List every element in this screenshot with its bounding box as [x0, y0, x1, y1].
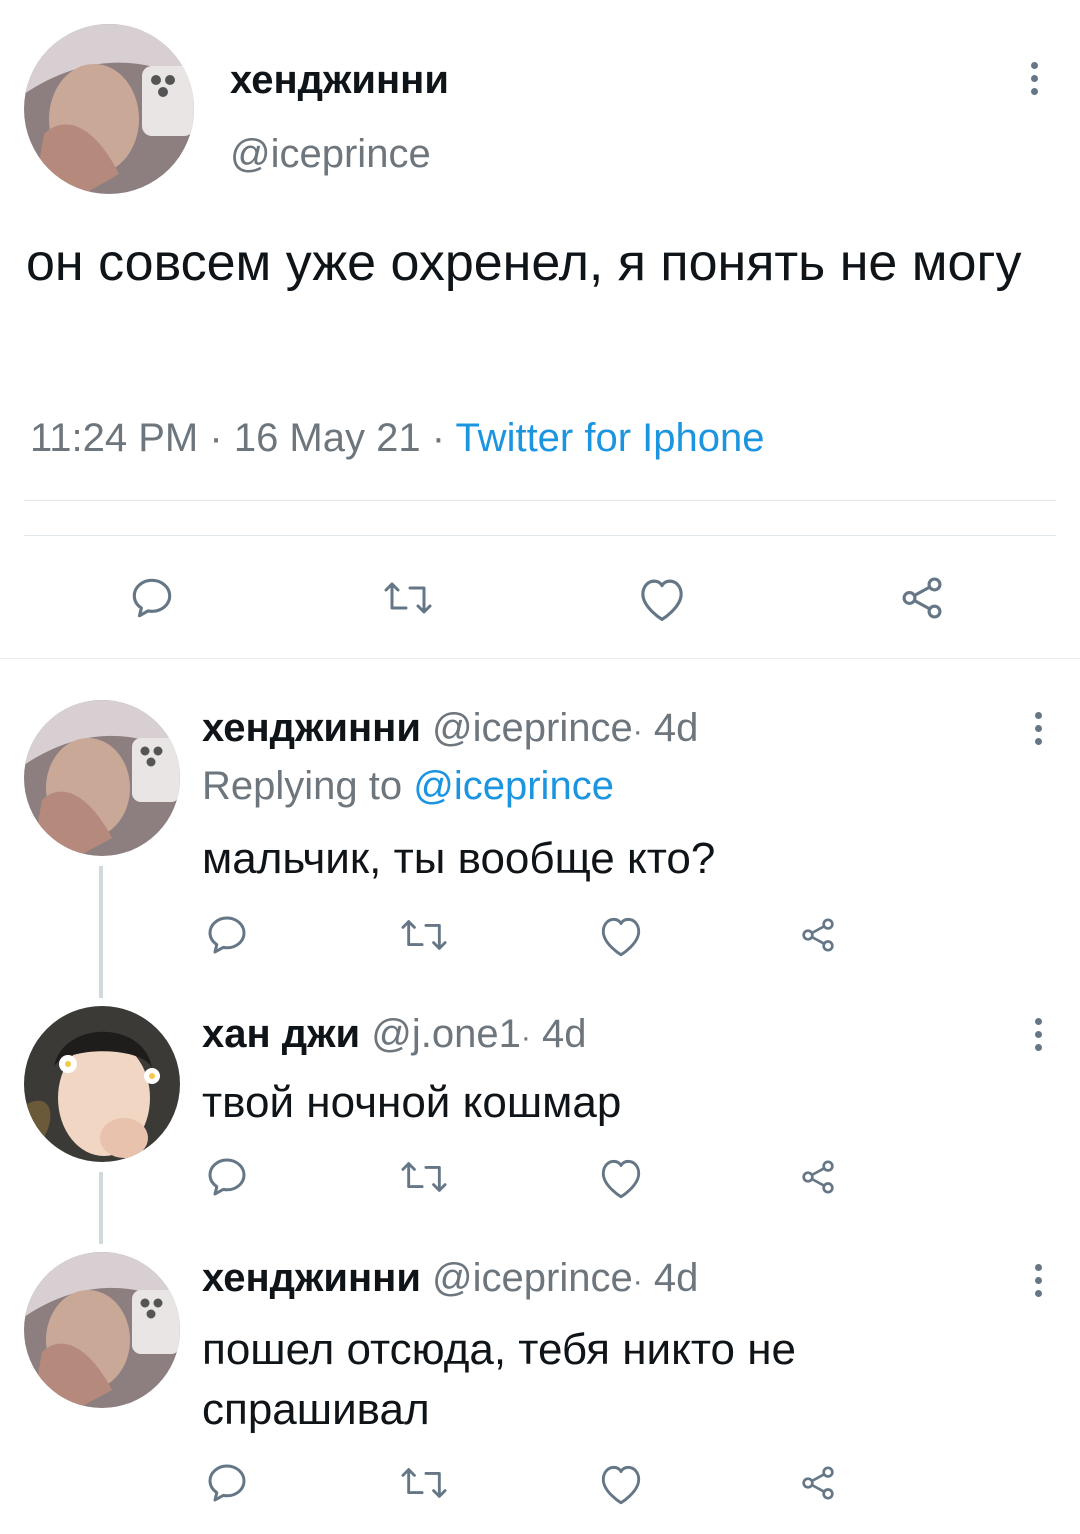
like-icon [641, 579, 683, 621]
meta-separator: · [632, 1265, 643, 1298]
replying-to-handle[interactable]: @iceprince [413, 764, 614, 808]
more-options-icon[interactable] [1032, 1018, 1044, 1051]
thread-line [99, 1172, 103, 1244]
retweet-icon [384, 582, 432, 614]
reply-button[interactable] [122, 570, 182, 626]
meta-separator: · [209, 416, 223, 460]
like-icon [601, 1159, 641, 1199]
retweet-button[interactable] [394, 1152, 454, 1202]
share-button[interactable] [795, 1154, 841, 1200]
reply-handle[interactable]: @iceprince [432, 706, 633, 750]
retweet-icon [401, 1162, 447, 1192]
like-icon [601, 1465, 641, 1505]
replying-to-prefix: Replying to [202, 764, 403, 808]
like-icon [601, 917, 641, 957]
reply-handle[interactable]: @j.one1 [371, 1012, 521, 1056]
divider [24, 500, 1056, 501]
share-icon [802, 1160, 834, 1194]
reply-display-name[interactable]: хан джи [202, 1012, 360, 1056]
reply-icon [208, 916, 246, 954]
divider [24, 535, 1056, 536]
reply-handle[interactable]: @iceprince [432, 1256, 633, 1300]
main-tweet-meta: 11:24 PM · 16 May 21 · Twitter for Iphon… [30, 416, 765, 461]
retweet-button[interactable] [394, 1458, 454, 1508]
reply-age: 4d [653, 706, 699, 750]
retweet-icon [401, 920, 447, 950]
reply-button[interactable] [200, 910, 254, 960]
meta-separator: · [520, 1021, 531, 1054]
reply-icon [208, 1464, 246, 1502]
more-options-icon[interactable] [1032, 1264, 1044, 1297]
reply-text: пошел отсюда, тебя никто не спрашивал [202, 1325, 796, 1434]
tweet-time: 11:24 PM [30, 416, 199, 460]
main-tweet-avatar[interactable] [24, 24, 194, 194]
main-tweet-text: он совсем уже охренел, я понять не могу [26, 234, 1022, 292]
more-options-icon[interactable] [1032, 712, 1044, 745]
like-button[interactable] [594, 1458, 648, 1508]
like-button[interactable] [594, 1152, 648, 1202]
like-button[interactable] [632, 570, 692, 626]
retweet-button[interactable] [394, 910, 454, 960]
share-icon [802, 918, 834, 952]
reply-header: хенджинни @iceprince· 4d [202, 706, 698, 751]
tweet-date: 16 May 21 [233, 416, 421, 460]
reply-icon [132, 578, 172, 618]
reply-header: хенджинни @iceprince· 4d [202, 1256, 698, 1301]
replying-to: Replying to @iceprince [202, 764, 614, 809]
reply-avatar[interactable] [24, 1006, 180, 1162]
reply-display-name[interactable]: хенджинни [202, 1256, 421, 1300]
reply-text: мальчик, ты вообще кто? [202, 834, 716, 883]
reply-button[interactable] [200, 1152, 254, 1202]
main-tweet-handle[interactable]: @iceprince [230, 132, 431, 177]
share-icon [902, 577, 942, 619]
share-button[interactable] [892, 570, 952, 626]
meta-separator: · [632, 715, 643, 748]
share-button[interactable] [795, 1460, 841, 1506]
reply-header: хан джи @j.one1· 4d [202, 1012, 586, 1057]
share-icon [802, 1466, 834, 1500]
like-button[interactable] [594, 910, 648, 960]
reply-avatar[interactable] [24, 700, 180, 856]
share-button[interactable] [795, 912, 841, 958]
retweet-icon [401, 1468, 447, 1498]
reply-age: 4d [541, 1012, 587, 1056]
reply-button[interactable] [200, 1458, 254, 1508]
reply-age: 4d [653, 1256, 699, 1300]
main-tweet-display-name[interactable]: хенджинни [230, 58, 449, 103]
meta-separator: · [431, 416, 446, 460]
thread-line [99, 866, 103, 998]
retweet-button[interactable] [376, 570, 440, 626]
reply-icon [208, 1158, 246, 1196]
divider [0, 658, 1080, 659]
more-options-icon[interactable] [1028, 62, 1040, 95]
tweet-source-link[interactable]: Twitter for Iphone [455, 416, 764, 460]
reply-avatar[interactable] [24, 1252, 180, 1408]
reply-display-name[interactable]: хенджинни [202, 706, 421, 750]
reply-text: твой ночной кошмар [202, 1078, 622, 1127]
